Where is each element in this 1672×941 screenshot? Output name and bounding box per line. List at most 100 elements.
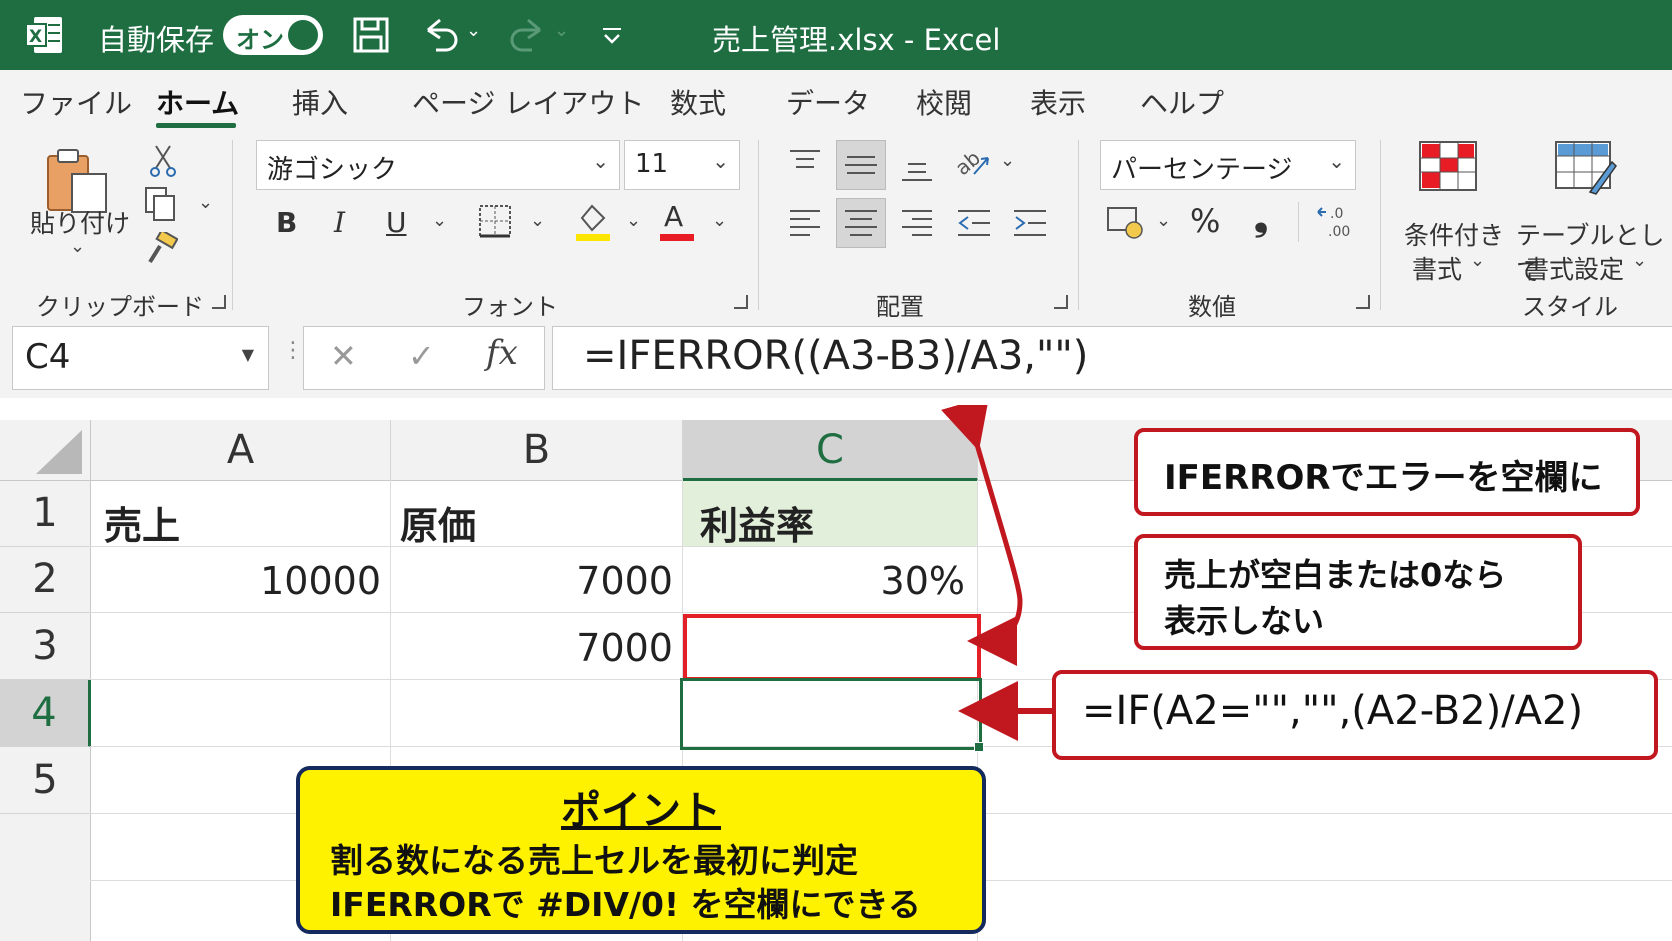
percent-style-button[interactable]: % [1190,202,1220,240]
tab-formulas[interactable]: 数式 [670,82,726,122]
tab-help[interactable]: ヘルプ [1140,82,1224,122]
align-bottom-icon[interactable] [900,150,934,184]
format-as-table-dropdown-icon[interactable]: ⌄ [1632,250,1647,271]
save-icon[interactable] [352,16,390,54]
orientation-dropdown-icon[interactable]: ⌄ [1000,150,1015,171]
format-as-table-icon[interactable] [1554,140,1618,196]
align-middle-button[interactable] [836,140,886,190]
font-color-button[interactable]: A [664,200,683,233]
cell-c2[interactable]: 30% [683,559,965,603]
cell-a1[interactable]: 売上 [104,495,180,550]
accounting-dropdown-icon[interactable]: ⌄ [1156,210,1171,231]
row-header-1[interactable]: 1 [0,481,91,547]
autosave-state: オン [236,26,284,54]
insert-function-icon[interactable]: fx [486,333,518,373]
italic-button[interactable]: I [334,206,345,239]
blank-callout-line2: 表示しない [1164,602,1325,640]
row-header-5[interactable]: 5 [0,747,91,814]
align-left-icon[interactable] [788,206,822,240]
cell-c4-selected[interactable] [680,678,982,750]
accounting-format-icon[interactable] [1106,204,1146,240]
if-formula-callout: =IF(A2="","",(A2-B2)/A2) [1052,670,1658,760]
font-name-select[interactable]: 游ゴシック ⌄ [256,140,620,190]
row-header-empty [0,814,91,941]
tab-review[interactable]: 校閲 [916,82,972,122]
undo-dropdown-icon[interactable]: ⌄ [466,20,481,41]
orientation-icon[interactable]: ab [954,144,994,182]
conditional-formatting-label-1[interactable]: 条件付き [1404,216,1504,252]
bold-button[interactable]: B [276,206,297,239]
clipboard-dialog-launcher-icon[interactable] [212,295,226,309]
cell-b2[interactable]: 7000 [391,559,673,603]
underline-button[interactable]: U [386,206,407,239]
enter-check-icon[interactable]: ✓ [408,337,435,375]
font-size-select[interactable]: 11 ⌄ [624,140,740,190]
tab-data[interactable]: データ [786,82,870,122]
cut-icon[interactable] [148,144,178,178]
number-format-select[interactable]: パーセンテージ ⌄ [1100,140,1356,190]
fill-color-dropdown-icon[interactable]: ⌄ [626,210,641,231]
blank-callout-line1: 売上が空白または0なら [1164,556,1507,594]
cell-c3-highlight[interactable] [683,614,981,681]
cell-b1[interactable]: 原価 [400,495,476,550]
row-header-3[interactable]: 3 [0,613,91,680]
align-middle-icon [845,156,877,174]
autosave-toggle[interactable]: オン [223,15,323,55]
column-header-b[interactable]: B [391,420,683,481]
double-arrow [941,405,1023,666]
font-group-label: フォント [462,293,558,321]
row-header-2[interactable]: 2 [0,547,91,613]
paste-label[interactable]: 貼り付け [30,204,130,240]
tab-view[interactable]: 表示 [1030,82,1086,122]
font-name-value: 游ゴシック [267,155,398,185]
align-top-icon[interactable] [788,148,822,178]
conditional-formatting-icon[interactable] [1418,140,1478,192]
title-bar: X 自動保存 オン ⌄ ⌄ 売上管理.xlsx - Excel [0,0,1672,70]
underline-dropdown-icon[interactable]: ⌄ [432,210,447,231]
window-title: 売上管理.xlsx - Excel [712,23,1001,57]
tab-file[interactable]: ファイル [20,82,132,122]
format-as-table-label-2[interactable]: 書式設定 [1524,250,1624,286]
ribbon: 貼り付け ⌄ ⌄ クリップボード 游ゴシック ⌄ 11 ⌄ B I U ⌄ ⌄ … [0,130,1672,321]
styles-group-label: スタイル [1522,293,1618,321]
fill-color-icon[interactable] [574,200,612,242]
tab-home[interactable]: ホーム [156,82,239,122]
name-box[interactable]: C4 ▼ [12,326,269,390]
formula-input[interactable]: =IFERROR((A3-B3)/A3,"") [552,326,1672,390]
copy-dropdown-icon[interactable]: ⌄ [198,192,213,213]
tab-page-layout[interactable]: ページ レイアウト [412,82,644,122]
increase-indent-icon[interactable] [1012,206,1048,240]
column-header-a[interactable]: A [91,420,391,481]
annotation-arrows [941,405,1052,741]
paste-dropdown-icon[interactable]: ⌄ [70,236,85,257]
cell-b3[interactable]: 7000 [391,626,673,670]
comma-style-button[interactable]: ❟ [1254,198,1268,240]
decrease-indent-icon[interactable] [956,206,992,240]
borders-dropdown-icon[interactable]: ⌄ [530,210,545,231]
increase-decimal-icon[interactable]: .0 .00 [1316,202,1356,240]
redo-icon[interactable] [508,16,548,54]
cell-a2[interactable]: 10000 [91,559,381,603]
column-header-c[interactable]: C [683,420,978,481]
svg-text:X: X [29,27,42,47]
customize-toolbar-icon[interactable] [600,26,624,46]
conditional-formatting-label-2[interactable]: 書式 [1412,250,1462,286]
cell-c1[interactable]: 利益率 [700,495,814,550]
align-center-icon [845,210,877,236]
tab-insert[interactable]: 挿入 [292,82,348,122]
align-right-icon[interactable] [900,206,934,240]
splitter-handle-icon[interactable]: ⋮ [282,338,304,363]
undo-icon[interactable] [420,16,460,54]
conditional-formatting-dropdown-icon[interactable]: ⌄ [1470,250,1485,271]
number-dialog-launcher-icon[interactable] [1356,295,1370,309]
format-painter-icon[interactable] [144,232,178,266]
cancel-icon[interactable]: ✕ [330,337,357,375]
font-dialog-launcher-icon[interactable] [734,295,748,309]
row-header-4[interactable]: 4 [0,680,91,747]
align-center-button[interactable] [836,198,886,248]
borders-icon[interactable] [478,204,512,238]
alignment-dialog-launcher-icon[interactable] [1054,295,1068,309]
font-color-dropdown-icon[interactable]: ⌄ [712,210,727,231]
select-all-corner[interactable] [0,420,91,481]
copy-icon[interactable] [144,186,178,222]
